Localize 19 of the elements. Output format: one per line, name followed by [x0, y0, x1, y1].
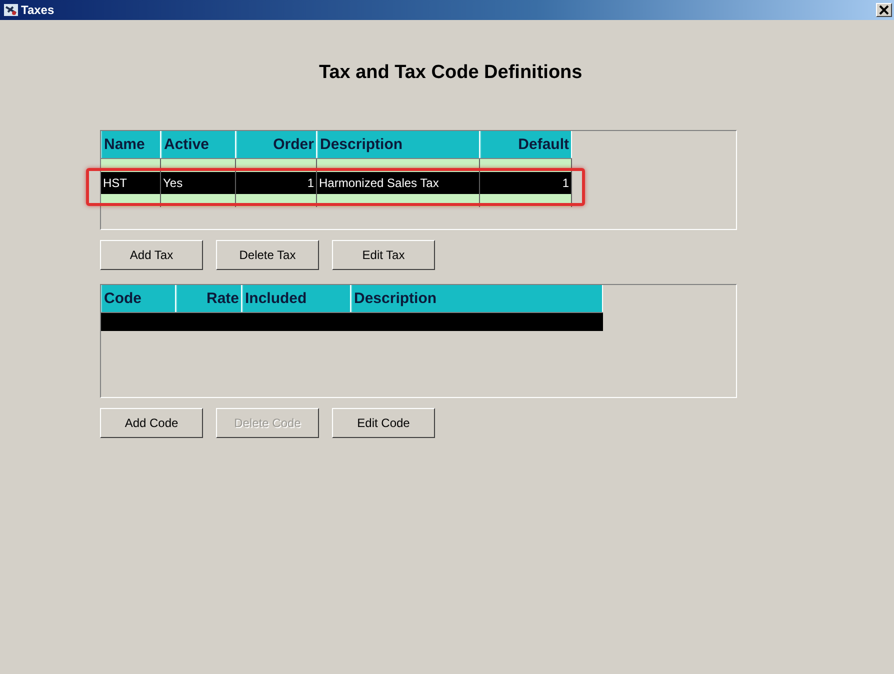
column-header[interactable]: Default [480, 131, 572, 158]
column-header[interactable]: Code [101, 285, 176, 312]
table-row[interactable]: HST Yes 1 Harmonized Sales Tax 1 [101, 172, 572, 194]
code-button[interactable]: Edit Code [332, 408, 435, 438]
tax-button[interactable]: Delete Tax [216, 240, 319, 270]
page-heading: Tax and Tax Code Definitions [319, 62, 584, 85]
column-header[interactable]: Included [242, 285, 351, 312]
tax-button[interactable]: Add Tax [100, 240, 203, 270]
tax-button[interactable]: Edit Tax [332, 240, 435, 270]
close-button[interactable] [876, 3, 892, 17]
code-button[interactable]: Add Code [100, 408, 203, 438]
column-header[interactable]: Rate [176, 285, 242, 312]
column-header[interactable]: Description [351, 285, 603, 312]
column-header[interactable]: Name [101, 131, 161, 158]
window-title: Taxes [21, 3, 56, 17]
column-header[interactable]: Order [236, 131, 317, 158]
column-header[interactable]: Description [317, 131, 480, 158]
app-icon [4, 4, 18, 16]
column-header[interactable]: Active [161, 131, 236, 158]
